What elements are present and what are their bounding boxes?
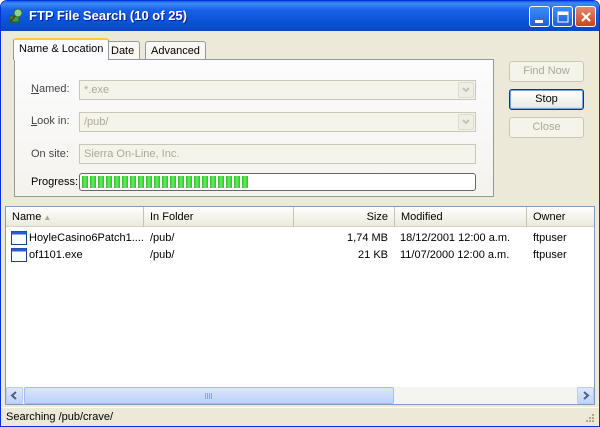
progress-fill (82, 176, 251, 188)
title-bar[interactable]: FTP File Search (10 of 25) (1, 1, 599, 31)
cell-folder: /pub/ (150, 232, 175, 244)
cell-modified: 11/07/2000 12:00 a.m. (400, 249, 510, 261)
maximize-button[interactable] (552, 6, 573, 27)
named-label: Named: (31, 83, 70, 95)
cell-owner: ftpuser (533, 232, 567, 244)
cell-owner: ftpuser (533, 249, 567, 261)
chevron-down-icon (462, 87, 470, 93)
minimize-icon (535, 20, 543, 23)
list-header: Name ▲ In Folder Size Modified Owner (6, 207, 594, 227)
ftp-search-icon (9, 8, 23, 23)
search-progress-bar (79, 173, 476, 191)
name-location-panel: Named: *.exe Look in: /pub/ On site: Sie… (14, 59, 494, 197)
maximize-icon (557, 11, 569, 23)
lookin-value: /pub/ (84, 116, 109, 128)
scroll-thumb[interactable] (24, 387, 394, 404)
scroll-left-button[interactable] (6, 387, 23, 404)
status-bar: Searching /pub/crave/ (1, 407, 599, 426)
cell-name: of1101.exe (29, 249, 83, 261)
cell-modified: 18/12/2001 12:00 a.m. (400, 232, 511, 244)
horizontal-scrollbar[interactable] (6, 387, 594, 404)
cell-folder: /pub/ (150, 249, 175, 261)
close-button[interactable]: Close (509, 117, 584, 138)
window-title: FTP File Search (10 of 25) (29, 8, 187, 23)
exe-file-icon (11, 231, 27, 245)
chevron-left-icon (10, 391, 17, 400)
named-dropdown-button[interactable] (458, 82, 474, 98)
scroll-right-button[interactable] (577, 387, 594, 404)
column-header-modified[interactable]: Modified (395, 207, 527, 227)
ftp-search-window: FTP File Search (10 of 25) Name & Locati… (0, 0, 600, 427)
lookin-dropdown-button[interactable] (458, 114, 474, 130)
tab-advanced[interactable]: Advanced (145, 41, 206, 60)
tab-name-location[interactable]: Name & Location (13, 38, 110, 60)
find-now-button[interactable]: Find Now (509, 61, 584, 82)
column-header-name[interactable]: Name ▲ (6, 207, 144, 227)
cell-name: HoyleCasino6Patch1.... (29, 232, 144, 244)
chevron-down-icon (462, 119, 470, 125)
onsite-field[interactable]: Sierra On-Line, Inc. (79, 144, 476, 164)
column-header-folder[interactable]: In Folder (144, 207, 294, 227)
status-text: Searching /pub/crave/ (6, 411, 114, 423)
tab-date[interactable]: Date (105, 41, 141, 60)
lookin-label: Look in: (31, 115, 70, 127)
grip-icon (205, 393, 213, 399)
stop-button[interactable]: Stop (509, 89, 584, 110)
cell-size: 21 KB (358, 249, 388, 261)
table-row[interactable]: of1101.exe /pub/ 21 KB 11/07/2000 12:00 … (6, 247, 594, 263)
chevron-right-icon (583, 391, 590, 400)
results-list[interactable]: Name ▲ In Folder Size Modified Owner Hoyl… (5, 206, 595, 405)
named-value: *.exe (84, 84, 110, 96)
column-header-size[interactable]: Size (294, 207, 395, 227)
onsite-label: On site: (31, 148, 69, 160)
sort-ascending-icon: ▲ (43, 213, 52, 222)
cell-size: 1,74 MB (347, 232, 388, 244)
named-combo[interactable]: *.exe (79, 80, 476, 100)
close-icon (581, 12, 591, 22)
resize-grip-icon[interactable] (583, 413, 595, 425)
table-row[interactable]: HoyleCasino6Patch1.... /pub/ 1,74 MB 18/… (6, 230, 594, 246)
minimize-button[interactable] (529, 6, 550, 27)
close-window-button[interactable] (575, 6, 596, 27)
progress-label: Progress: (31, 176, 79, 188)
column-header-owner[interactable]: Owner (527, 207, 594, 227)
lookin-combo[interactable]: /pub/ (79, 112, 476, 132)
exe-file-icon (11, 248, 27, 262)
